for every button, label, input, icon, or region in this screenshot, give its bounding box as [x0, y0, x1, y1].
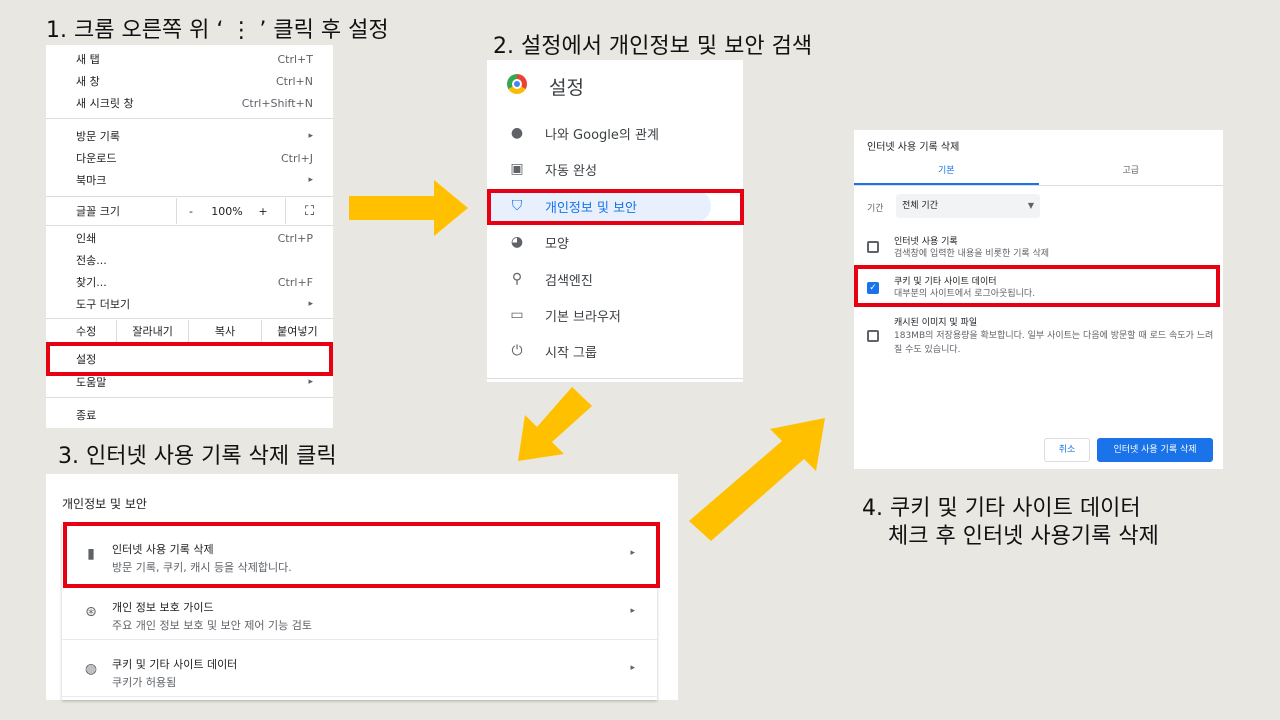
chrome-menu: 새 탭 Ctrl+T 새 창 Ctrl+N 새 시크릿 창 Ctrl+Shift+N … — [46, 45, 333, 428]
nav-item-default-browser[interactable]: ▭ 기본 브라우저 — [487, 299, 743, 331]
caret-down-icon: ▼ — [1027, 201, 1034, 210]
settings-title: 설정 — [549, 77, 584, 99]
highlight-settings — [46, 342, 333, 376]
chevron-right-icon: ▸ — [630, 606, 635, 616]
power-icon: ⏻ — [511, 343, 523, 359]
arrow-down-left-icon — [518, 387, 592, 461]
dialog-tabs: 기본 고급 — [854, 156, 1223, 186]
menu-zoom-row: 글꼴 크기 - 100% + ⛶ — [46, 198, 333, 224]
privacy-heading: 개인정보 및 보안 — [62, 497, 147, 511]
search-icon: ⚲ — [511, 271, 523, 287]
highlight-clear-history — [63, 522, 660, 588]
privacy-guide-icon: ⊛ — [85, 604, 97, 620]
opt-cache-title: 캐시된 이미지 및 파일 — [894, 318, 978, 328]
chevron-right-icon: ▸ — [630, 663, 635, 673]
menu-item-find[interactable]: 찾기... Ctrl+F — [46, 271, 333, 293]
copy-button[interactable]: 복사 — [188, 320, 260, 344]
menu-item-new-tab[interactable]: 새 탭 Ctrl+T — [46, 48, 333, 70]
tab-advanced[interactable]: 고급 — [1039, 156, 1224, 185]
nav-item-startup[interactable]: ⏻ 시작 그룹 — [487, 335, 743, 367]
clear-data-button[interactable]: 인터넷 사용 기록 삭제 — [1097, 438, 1213, 462]
menu-item-incognito[interactable]: 새 시크릿 창 Ctrl+Shift+N — [46, 92, 333, 114]
checkbox-cache[interactable] — [867, 330, 879, 342]
person-icon: ● — [510, 125, 524, 141]
settings-sidebar: 설정 ● 나와 Google의 관계 ▣ 자동 완성 ⛉ 개인정보 및 보안 ◕ 모양 … — [487, 60, 744, 382]
nav-item-search-engine[interactable]: ⚲ 검색엔진 — [487, 263, 743, 295]
nav-item-appearance[interactable]: ◕ 모양 — [487, 226, 743, 258]
zoom-out-button[interactable]: - — [177, 205, 205, 218]
fullscreen-icon[interactable]: ⛶ — [286, 204, 333, 219]
nav-item-google[interactable]: ● 나와 Google의 관계 — [487, 117, 743, 149]
menu-item-new-window[interactable]: 새 창 Ctrl+N — [46, 70, 333, 92]
cookie-icon: ◍ — [84, 661, 98, 677]
cancel-button[interactable]: 취소 — [1044, 438, 1090, 462]
menu-item-cast[interactable]: 전송... — [46, 249, 333, 271]
opt-cache-sub: 183MB의 저장용량을 확보합니다. 일부 사이트는 다음에 방문할 때 로드… — [894, 331, 1214, 355]
opt-history-title: 인터넷 사용 기록 — [894, 237, 958, 247]
privacy-section: 개인정보 및 보안 ▮ 인터넷 사용 기록 삭제 방문 기록, 쿠키, 캐시 등… — [46, 474, 678, 700]
zoom-value: 100% — [211, 204, 243, 218]
menu-item-downloads[interactable]: 다운로드 Ctrl+J — [46, 147, 333, 169]
zoom-label: 글꼴 크기 — [76, 205, 120, 218]
menu-item-history[interactable]: 방문 기록 ▸ — [46, 125, 333, 147]
menu-item-exit[interactable]: 종료 — [46, 404, 333, 426]
arrow-up-right-icon — [689, 418, 825, 541]
nav-item-autofill[interactable]: ▣ 자동 완성 — [487, 153, 743, 185]
chevron-right-icon: ▸ — [308, 131, 313, 141]
highlight-cookies — [854, 265, 1220, 307]
chevron-right-icon: ▸ — [308, 377, 313, 387]
arrow-right-icon — [349, 180, 468, 236]
clear-data-dialog: 인터넷 사용 기록 삭제 기본 고급 기간 전체 기간 ▼ 인터넷 사용 기록 … — [854, 130, 1223, 469]
edit-label: 수정 — [76, 325, 97, 338]
tab-basic[interactable]: 기본 — [854, 156, 1039, 185]
dialog-title: 인터넷 사용 기록 삭제 — [867, 142, 960, 153]
menu-divider — [46, 225, 333, 226]
privacy-row-guide[interactable]: ⊛ 개인 정보 보호 가이드 주요 개인 정보 보호 및 보안 제어 기능 검토… — [62, 586, 657, 642]
menu-divider — [46, 196, 333, 197]
checkbox-history[interactable] — [867, 241, 879, 253]
opt-history-sub: 검색창에 입력한 내용을 비롯한 기록 삭제 — [894, 249, 1050, 259]
browser-icon: ▭ — [510, 307, 524, 323]
privacy-row-cookies[interactable]: ◍ 쿠키 및 기타 사이트 데이터 쿠키가 허용됨 ▸ — [62, 643, 657, 699]
step4-title-line2: 체크 후 인터넷 사용기록 삭제 — [888, 524, 1159, 549]
menu-divider — [46, 397, 333, 398]
zoom-in-button[interactable]: + — [249, 205, 277, 218]
chevron-right-icon: ▸ — [308, 299, 313, 309]
clipboard-icon: ▣ — [510, 161, 524, 177]
menu-item-bookmarks[interactable]: 북마크 ▸ — [46, 169, 333, 191]
menu-divider — [46, 118, 333, 119]
chrome-logo-icon — [507, 74, 527, 94]
step2-title: 2. 설정에서 개인정보 및 보안 검색 — [493, 34, 813, 59]
step3-title: 3. 인터넷 사용 기록 삭제 클릭 — [58, 444, 337, 469]
palette-icon: ◕ — [510, 234, 524, 250]
highlight-privacy — [487, 189, 744, 225]
chevron-right-icon: ▸ — [308, 175, 313, 185]
menu-item-more-tools[interactable]: 도구 더보기 ▸ — [46, 293, 333, 315]
step1-title: 1. 크롬 오른쪽 위 ‘ ⋮ ’ 클릭 후 설정 — [46, 18, 389, 43]
cut-button[interactable]: 잘라내기 — [116, 320, 188, 344]
period-label: 기간 — [867, 204, 884, 214]
menu-item-print[interactable]: 인쇄 Ctrl+P — [46, 227, 333, 249]
paste-button[interactable]: 붙여넣기 — [260, 320, 333, 344]
period-select[interactable]: 전체 기간 ▼ — [896, 194, 1040, 218]
menu-edit-row: 수정 잘라내기 복사 붙여넣기 — [46, 320, 333, 344]
menu-divider — [46, 318, 333, 319]
